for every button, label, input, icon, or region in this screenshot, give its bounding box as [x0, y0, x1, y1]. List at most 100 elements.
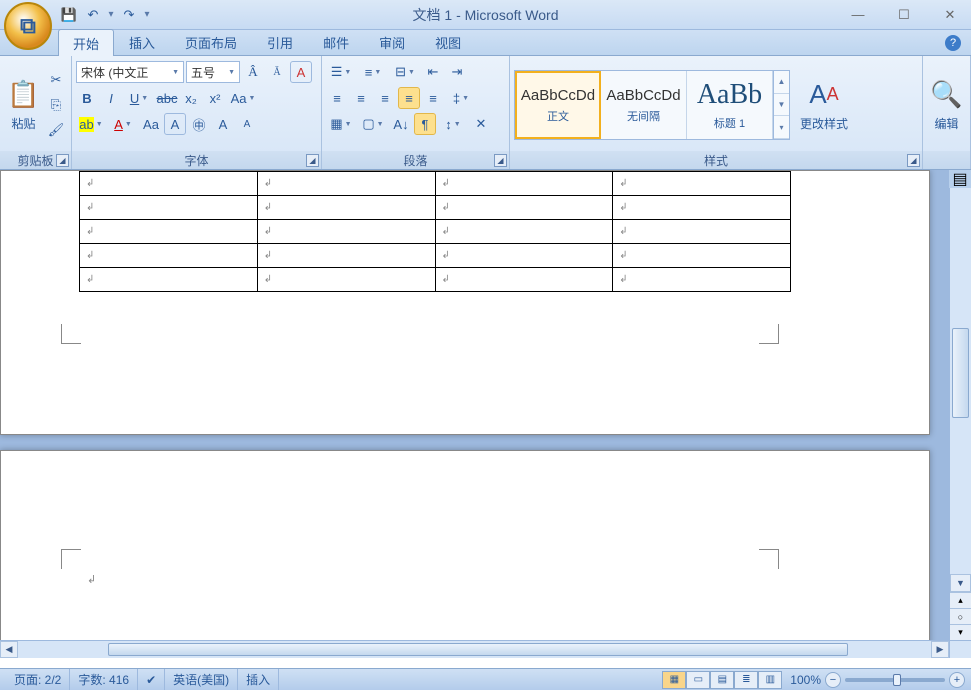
qat-customize[interactable]: ▾	[142, 4, 152, 26]
paste-button[interactable]: 📋 粘贴	[4, 59, 43, 151]
style-heading1[interactable]: AaBb 标题 1	[687, 71, 773, 139]
tab-mailings[interactable]: 邮件	[308, 28, 364, 55]
undo-button[interactable]: ↶	[82, 4, 104, 26]
text-direction-button[interactable]: ↕▼	[438, 113, 468, 135]
tab-references[interactable]: 引用	[252, 28, 308, 55]
change-case-button[interactable]: Aa▼	[228, 87, 258, 109]
document-viewport[interactable]: ↲↲↲↲ ↲↲↲↲ ↲↲↲↲ ↲↲↲↲ ↲↲↲↲ ↲	[0, 170, 949, 640]
vscroll-thumb[interactable]	[952, 328, 969, 418]
insert-mode-status[interactable]: 插入	[238, 669, 279, 690]
zoom-slider[interactable]	[845, 678, 945, 682]
redo-button[interactable]: ↷	[118, 4, 140, 26]
vscroll-track[interactable]	[950, 188, 971, 574]
ruler-toggle[interactable]: ▤	[949, 170, 971, 188]
strikethrough-button[interactable]: abc	[156, 87, 178, 109]
gallery-more[interactable]: ▾	[774, 116, 789, 139]
vertical-scrollbar[interactable]: ▲ ▼ ▴ ○ ▾	[949, 170, 971, 640]
maximize-button[interactable]: ☐	[887, 4, 921, 26]
font-size-combo[interactable]: 五号▼	[186, 61, 240, 83]
table-row[interactable]: ↲↲↲↲	[80, 172, 791, 196]
gallery-up[interactable]: ▲	[774, 71, 789, 94]
highlight-button[interactable]: ab▼	[76, 113, 106, 135]
character-scaling-button[interactable]: Aa	[140, 113, 162, 135]
enclose-characters-button[interactable]: ㊥	[188, 113, 210, 135]
font-launcher[interactable]: ◢	[306, 154, 319, 167]
table-row[interactable]: ↲↲↲↲	[80, 244, 791, 268]
shading-button[interactable]: ▦▼	[326, 113, 356, 135]
page-status[interactable]: 页面: 2/2	[6, 669, 70, 690]
multilevel-list-button[interactable]: ⊟▼	[390, 61, 420, 83]
help-icon[interactable]: ?	[945, 35, 961, 51]
styles-launcher[interactable]: ◢	[907, 154, 920, 167]
character-border-button[interactable]: A	[212, 113, 234, 135]
zoom-in-button[interactable]: +	[949, 672, 965, 688]
gallery-down[interactable]: ▼	[774, 94, 789, 117]
line-spacing-button[interactable]: ‡▼	[446, 87, 476, 109]
character-shading-button[interactable]: A	[236, 113, 258, 135]
scroll-left-button[interactable]: ◀	[0, 641, 18, 658]
table-row[interactable]: ↲↲↲↲	[80, 268, 791, 292]
clipboard-launcher[interactable]: ◢	[56, 154, 69, 167]
borders-button[interactable]: ▢▼	[358, 113, 388, 135]
zoom-out-button[interactable]: −	[825, 672, 841, 688]
outline-view[interactable]: ≣	[734, 671, 758, 689]
page-1[interactable]: ↲↲↲↲ ↲↲↲↲ ↲↲↲↲ ↲↲↲↲ ↲↲↲↲	[0, 170, 930, 435]
superscript-button[interactable]: x²	[204, 87, 226, 109]
justify-button[interactable]: ≡	[398, 87, 420, 109]
font-name-combo[interactable]: 宋体 (中文正▼	[76, 61, 184, 83]
office-button[interactable]: ⧉	[4, 2, 52, 50]
asian-layout-button[interactable]: ✕	[470, 113, 492, 135]
align-left-button[interactable]: ≡	[326, 87, 348, 109]
horizontal-scrollbar[interactable]: ◀ ▶	[0, 640, 949, 658]
decrease-indent-button[interactable]: ⇤	[422, 61, 444, 83]
style-no-spacing[interactable]: AaBbCcDd 无间隔	[601, 71, 687, 139]
increase-indent-button[interactable]: ⇥	[446, 61, 468, 83]
save-button[interactable]: 💾	[58, 4, 80, 26]
cut-button[interactable]: ✂	[45, 69, 67, 91]
table-row[interactable]: ↲↲↲↲	[80, 196, 791, 220]
word-count-status[interactable]: 字数: 416	[70, 669, 138, 690]
subscript-button[interactable]: x₂	[180, 87, 202, 109]
zoom-level[interactable]: 100%	[790, 673, 821, 687]
grow-font-button[interactable]: Â	[242, 61, 264, 83]
close-button[interactable]: ✕	[933, 4, 967, 26]
scroll-right-button[interactable]: ▶	[931, 641, 949, 658]
numbering-button[interactable]: ≡▼	[358, 61, 388, 83]
print-layout-view[interactable]: ▦	[662, 671, 686, 689]
align-center-button[interactable]: ≡	[350, 87, 372, 109]
next-page-button[interactable]: ▾	[950, 624, 971, 640]
language-status[interactable]: 英语(美国)	[165, 669, 238, 690]
draft-view[interactable]: ▥	[758, 671, 782, 689]
style-normal[interactable]: AaBbCcDd 正文	[515, 71, 601, 139]
underline-button[interactable]: U▼	[124, 87, 154, 109]
paragraph-launcher[interactable]: ◢	[494, 154, 507, 167]
change-styles-button[interactable]: AA 更改样式	[796, 79, 852, 132]
bullets-button[interactable]: ☰▼	[326, 61, 356, 83]
hscroll-track[interactable]	[18, 641, 931, 658]
tab-home[interactable]: 开始	[58, 29, 114, 56]
prev-page-button[interactable]: ▴	[950, 592, 971, 608]
distribute-button[interactable]: ≡	[422, 87, 444, 109]
tab-page-layout[interactable]: 页面布局	[170, 28, 252, 55]
table-row[interactable]: ↲↲↲↲	[80, 220, 791, 244]
full-screen-view[interactable]: ▭	[686, 671, 710, 689]
zoom-thumb[interactable]	[893, 674, 901, 686]
tab-view[interactable]: 视图	[420, 28, 476, 55]
web-layout-view[interactable]: ▤	[710, 671, 734, 689]
align-right-button[interactable]: ≡	[374, 87, 396, 109]
phonetic-guide-button[interactable]: A	[164, 113, 186, 135]
browse-object-button[interactable]: ○	[950, 608, 971, 624]
show-marks-button[interactable]: ¶	[414, 113, 436, 135]
page-2[interactable]: ↲	[0, 450, 930, 640]
font-color-button[interactable]: A▼	[108, 113, 138, 135]
tab-review[interactable]: 审阅	[364, 28, 420, 55]
tab-insert[interactable]: 插入	[114, 28, 170, 55]
spell-check-status[interactable]: ✔	[138, 669, 165, 690]
minimize-button[interactable]: —	[841, 4, 875, 26]
format-painter-button[interactable]: 🖌	[45, 119, 67, 141]
clear-formatting-button[interactable]: A	[290, 61, 312, 83]
bold-button[interactable]: B	[76, 87, 98, 109]
hscroll-thumb[interactable]	[108, 643, 848, 656]
document-table[interactable]: ↲↲↲↲ ↲↲↲↲ ↲↲↲↲ ↲↲↲↲ ↲↲↲↲	[79, 171, 791, 292]
sort-button[interactable]: A↓	[390, 113, 412, 135]
